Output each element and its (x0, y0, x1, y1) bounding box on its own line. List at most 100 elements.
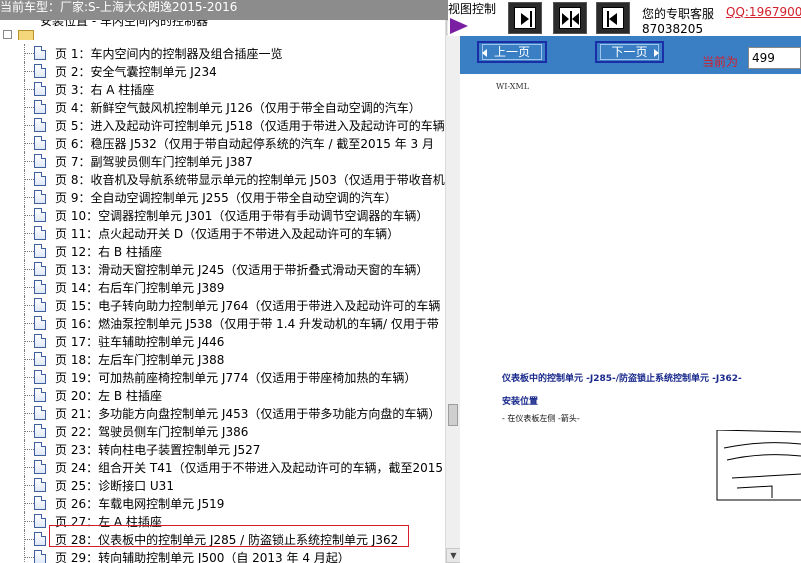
collapse-icon[interactable] (3, 30, 12, 39)
scroll-down-button[interactable]: ▼ (446, 548, 461, 563)
qq-link[interactable]: QQ:1967900 (726, 5, 801, 19)
tree-item[interactable]: 页 14：右后车门控制单元 J389 (0, 278, 448, 296)
tree-connector (25, 557, 34, 558)
tree-item[interactable]: 页 22：驾驶员侧车门控制单元 J386 (0, 422, 448, 440)
next-page-button[interactable]: 下一页 (595, 41, 664, 63)
contents-tree: 安装位置 - 车内空间内的控制器 页 1：车内空间内的控制器及组合插座一览页 2… (0, 20, 460, 563)
tree-connector (25, 161, 34, 162)
tree-item[interactable]: 页 7：副驾驶员侧车门控制单元 J387 (0, 152, 448, 170)
scroll-thumb[interactable] (448, 404, 458, 426)
tree-connector (25, 71, 34, 72)
tree-item-label: 页 20：左 B 柱插座 (55, 389, 162, 403)
folder-icon (18, 30, 34, 40)
tree-connector (25, 467, 34, 468)
page-document-icon (34, 532, 46, 546)
document-source-tag: WI-XML (496, 82, 529, 91)
tree-root-row[interactable]: 安装位置 - 车内空间内的控制器 (0, 20, 448, 40)
tree-item[interactable]: 页 24：组合开关 T41（仅适用于不带进入及起动许可的车辆，截至2015 (0, 458, 448, 476)
page-document-icon (34, 280, 46, 294)
tree-item[interactable]: 页 5：进入及起动许可控制单元 J518（仅适用于带进入及起动许可的车辆 (0, 116, 448, 134)
tree-connector (25, 107, 34, 108)
tree-connector (25, 449, 34, 450)
tree-connector (25, 215, 34, 216)
page-document-icon (34, 244, 46, 258)
document-section-title: 安装位置 (502, 397, 539, 407)
arrow-right-bar-icon (514, 7, 536, 29)
prev-arrow-icon (482, 49, 487, 57)
tree-item-label: 页 10：空调器控制单元 J301（仅适用于带有手动调节空调器的车辆） (55, 209, 429, 223)
page-document-icon (34, 172, 46, 186)
tree-item[interactable]: 页 16：燃油泵控制单元 J538（仅用于带 1.4 升发动机的车辆/ 仅用于带 (0, 314, 448, 332)
next-page-label: 下一页 (611, 45, 648, 59)
view-toggle-arrow-icon[interactable] (450, 18, 468, 34)
page-document-icon (34, 316, 46, 330)
page-document-icon (34, 370, 46, 384)
tree-item[interactable]: 页 17：驻车辅助控制单元 J446 (0, 332, 448, 350)
tree-item[interactable]: 页 19：可加热前座椅控制单元 J774（仅适用于带座椅加热的车辆） (0, 368, 448, 386)
tree-item[interactable]: 页 9：全自动空调控制单元 J255（仅用于带全自动空调的汽车） (0, 188, 448, 206)
page-document-icon (34, 442, 46, 456)
tree-connector (25, 485, 34, 486)
page-document-icon (34, 352, 46, 366)
prev-page-button[interactable]: 上一页 (477, 41, 547, 63)
tree-connector (25, 305, 34, 306)
tree-item[interactable]: 页 18：左后车门控制单元 J388 (0, 350, 448, 368)
tree-connector (25, 143, 34, 144)
tree-connector (25, 503, 34, 504)
page-document-icon (34, 460, 46, 474)
tree-item[interactable]: 页 11：点火起动开关 D（仅适用于不带进入及起动许可的车辆） (0, 224, 448, 242)
fit-right-button[interactable] (508, 2, 542, 34)
tree-item-label: 页 21：多功能方向盘控制单元 J453（仅适用于带多功能方向盘的车辆） (55, 407, 441, 421)
tree-item[interactable]: 页 26：车载电网控制单元 J519 (0, 494, 448, 512)
tree-item-label: 页 8：收音机及导航系统带显示单元的控制单元 J503（仅适用于带收音机 (55, 173, 445, 187)
tree-item[interactable]: 页 8：收音机及导航系统带显示单元的控制单元 J503（仅适用于带收音机 (0, 170, 448, 188)
tree-connector (25, 287, 34, 288)
tree-item[interactable]: 页 21：多功能方向盘控制单元 J453（仅适用于带多功能方向盘的车辆） (0, 404, 448, 422)
tree-item-label: 页 5：进入及起动许可控制单元 J518（仅适用于带进入及起动许可的车辆 (55, 119, 445, 133)
page-document-icon (34, 478, 46, 492)
tree-item[interactable]: 页 20：左 B 柱插座 (0, 386, 448, 404)
tree-item-label: 页 3：右 A 柱插座 (55, 83, 155, 97)
page-number-input[interactable] (748, 47, 801, 69)
tree-item[interactable]: 页 15：电子转向助力控制单元 J764（仅适用于带进入及起动许可的车辆 (0, 296, 448, 314)
page-document-icon (34, 208, 46, 222)
page-document-icon (34, 136, 46, 150)
page-document-icon (34, 334, 46, 348)
tree-scrollbar[interactable]: ▲ ▼ (445, 20, 461, 563)
tree-item[interactable]: 页 23：转向柱电子装置控制单元 J527 (0, 440, 448, 458)
tree-item-label: 页 12：右 B 柱插座 (55, 245, 162, 259)
tree-item-label: 页 4：新鲜空气鼓风机控制单元 J126（仅用于带全自动空调的汽车） (55, 101, 421, 115)
tree-item-label: 页 14：右后车门控制单元 J389 (55, 281, 225, 295)
tree-item-label: 页 22：驾驶员侧车门控制单元 J386 (55, 425, 249, 439)
tree-item[interactable]: 页 10：空调器控制单元 J301（仅适用于带有手动调节空调器的车辆） (0, 206, 448, 224)
tree-connector (25, 233, 34, 234)
tree-connector (25, 125, 34, 126)
tree-item[interactable]: 页 2：安全气囊控制单元 J234 (0, 62, 448, 80)
tree-item[interactable]: 页 29：转向辅助控制单元 J500（自 2013 年 4 月起） (0, 548, 448, 563)
tree-item[interactable]: 页 4：新鲜空气鼓风机控制单元 J126（仅用于带全自动空调的汽车） (0, 98, 448, 116)
tree-connector (25, 251, 34, 252)
page-document-icon (34, 190, 46, 204)
tree-connector (25, 539, 34, 540)
tree-item-label: 页 25：诊断接口 U31 (55, 479, 174, 493)
tree-item[interactable]: 页 3：右 A 柱插座 (0, 80, 448, 98)
tree-item-label: 页 24：组合开关 T41（仅适用于不带进入及起动许可的车辆，截至2015 (55, 461, 444, 475)
arrows-inward-icon (559, 7, 581, 29)
page-document-icon (34, 226, 46, 240)
page-document-icon (34, 550, 46, 563)
document-note: - 在仪表板左侧 -箭头- (502, 414, 580, 423)
fit-left-button[interactable] (596, 2, 630, 34)
tree-item[interactable]: 页 6：稳压器 J532（仅用于带自动起停系统的汽车 / 截至2015 年 3 … (0, 134, 448, 152)
dashboard-illustration (716, 430, 801, 501)
tree-item[interactable]: 页 12：右 B 柱插座 (0, 242, 448, 260)
tree-item[interactable]: 页 25：诊断接口 U31 (0, 476, 448, 494)
page-document-icon (34, 64, 46, 78)
tree-item[interactable]: 页 13：滑动天窗控制单元 J245（仅适用于带折叠式滑动天窗的车辆） (0, 260, 448, 278)
tree-item-label: 页 23：转向柱电子装置控制单元 J527 (55, 443, 261, 457)
tree-item-label: 页 18：左后车门控制单元 J388 (55, 353, 225, 367)
tree-item[interactable]: 页 1：车内空间内的控制器及组合插座一览 (0, 44, 448, 62)
fit-both-button[interactable] (553, 2, 587, 34)
tree-item-label: 页 7：副驾驶员侧车门控制单元 J387 (55, 155, 253, 169)
tree-root-label: 安装位置 - 车内空间内的控制器 (40, 20, 208, 28)
arrow-left-bar-icon (602, 7, 624, 29)
